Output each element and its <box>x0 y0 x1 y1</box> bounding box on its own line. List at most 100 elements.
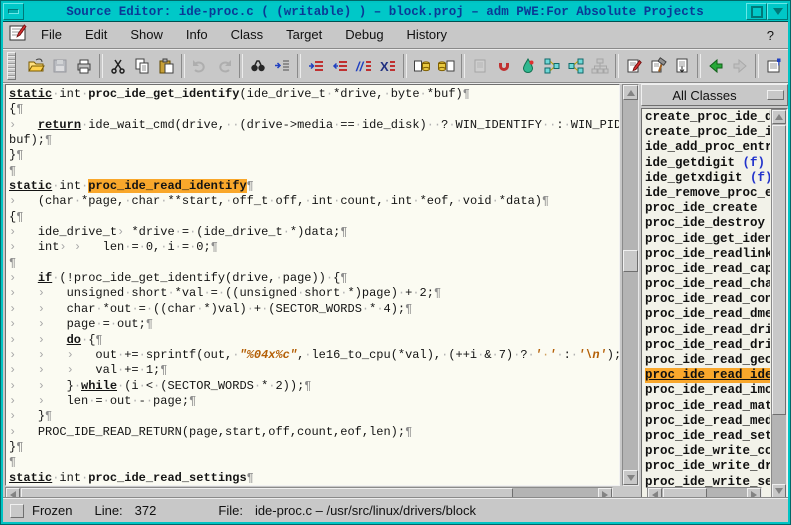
class-list-item[interactable]: proc_ide_read_identify <box>645 368 770 383</box>
class-list-item[interactable]: ide_remove_proc_entries <box>645 186 770 201</box>
editor-scroll-down-button[interactable] <box>623 470 638 485</box>
class-list-item[interactable]: proc_ide_read_dmesg <box>645 307 770 322</box>
menu-class[interactable]: Class <box>229 24 266 45</box>
class-list-item[interactable]: ide_getdigit (f) <box>645 156 770 171</box>
toolbar-grip-handle[interactable] <box>7 52 16 80</box>
magnet-button[interactable] <box>492 53 516 79</box>
indentr-icon <box>307 57 325 75</box>
class-list-item[interactable]: proc_ide_destroy <box>645 216 770 231</box>
line-label: Line: <box>94 503 122 518</box>
editor-vscroll-thumb[interactable] <box>623 250 638 272</box>
shift-left-button[interactable] <box>328 53 352 79</box>
toolbar-separator <box>403 54 407 78</box>
class-list-item[interactable]: proc_ide_get_identify <box>645 232 770 247</box>
shift-right-button[interactable] <box>304 53 328 79</box>
editor-vscrollbar[interactable] <box>622 84 639 486</box>
class-list-item[interactable]: proc_ide_write_config <box>645 444 770 459</box>
open-file-button[interactable] <box>24 53 48 79</box>
comment-button[interactable]: // <box>352 53 376 79</box>
toolbar-separator <box>461 54 465 78</box>
back-button[interactable] <box>704 53 728 79</box>
find-icon <box>249 57 267 75</box>
edit-file-button[interactable] <box>622 53 646 79</box>
class-list-item[interactable]: proc_ide_read_drivers <box>645 338 770 353</box>
find-next-button[interactable] <box>270 53 294 79</box>
class-list-item[interactable]: proc_ide_read_driver <box>645 323 770 338</box>
drop-icon <box>519 57 537 75</box>
find-button[interactable] <box>246 53 270 79</box>
class-list[interactable]: create_proc_ide_drivescreate_proc_ide_in… <box>641 108 788 500</box>
source-editor-window: Source Editor: ide-proc.c ( (writable) )… <box>0 0 791 525</box>
class-list-item[interactable]: ide_add_proc_entries <box>645 140 770 155</box>
classlist-scroll-down-button[interactable] <box>772 484 786 498</box>
undo-button <box>188 53 212 79</box>
menu-info[interactable]: Info <box>184 24 210 45</box>
editor-scroll-up-button[interactable] <box>623 85 638 100</box>
print-button[interactable] <box>72 53 96 79</box>
colorize-button[interactable] <box>516 53 540 79</box>
forward-button <box>728 53 752 79</box>
code-line: › › len·=·out·-·page;¶ <box>9 394 619 409</box>
code-line: › return·ide_wait_cmd(drive,··(drive->me… <box>9 118 619 133</box>
cut-button[interactable] <box>106 53 130 79</box>
file-path-value: ide-proc.c – /usr/src/linux/drivers/bloc… <box>255 503 476 518</box>
class-list-item[interactable]: proc_ide_read_capacity <box>645 262 770 277</box>
svg-text:X: X <box>380 59 389 74</box>
reload-file-button[interactable] <box>670 53 694 79</box>
code-area[interactable]: static·int·proc_ide_get_identify(ide_dri… <box>9 87 619 486</box>
class-list-item[interactable]: proc_ide_read_config <box>645 292 770 307</box>
all-classes-header[interactable]: All Classes <box>641 84 788 106</box>
collapse-tree-button[interactable] <box>540 53 564 79</box>
expand-tree-button[interactable] <box>564 53 588 79</box>
classlist-vscrollbar[interactable] <box>771 109 787 499</box>
comment-icon: // <box>355 57 373 75</box>
copy-button[interactable] <box>130 53 154 79</box>
class-list-item[interactable]: proc_ide_read_mate <box>645 399 770 414</box>
menu-edit[interactable]: Edit <box>83 24 109 45</box>
class-list-item[interactable]: proc_ide_read_media <box>645 414 770 429</box>
shade-button[interactable] <box>767 3 788 20</box>
classlist-vscroll-thumb[interactable] <box>772 125 786 415</box>
uncomment-button[interactable]: X <box>376 53 400 79</box>
class-list-item[interactable]: proc_ide_create <box>645 201 770 216</box>
window-menu-dash-icon <box>8 9 19 14</box>
client-area: FileEditShowInfoClassTargetDebugHistory … <box>3 21 788 522</box>
window-menu-button[interactable] <box>3 3 24 20</box>
class-list-item[interactable]: create_proc_ide_drives <box>645 110 770 125</box>
menu-history[interactable]: History <box>405 24 449 45</box>
menu-target[interactable]: Target <box>284 24 324 45</box>
toolbar: // X <box>3 49 788 83</box>
class-list-item[interactable]: proc_ide_read_settings <box>645 429 770 444</box>
class-list-item[interactable]: proc_ide_read_channel <box>645 277 770 292</box>
class-list-item[interactable]: create_proc_ide_interfaces <box>645 125 770 140</box>
class-list-item[interactable]: proc_ide_read_geometry <box>645 353 770 368</box>
build-file-button[interactable] <box>646 53 670 79</box>
classlist-scroll-up-button[interactable] <box>772 110 786 124</box>
props-icon <box>765 57 783 75</box>
maximize-button[interactable] <box>746 3 767 20</box>
treel-icon <box>543 57 561 75</box>
help-menu[interactable]: ? <box>767 28 774 43</box>
code-line: ¶ <box>9 164 619 179</box>
class-list-item[interactable]: ide_getxdigit (f) <box>645 171 770 186</box>
redo-icon <box>215 57 233 75</box>
add-to-db-button[interactable] <box>410 53 434 79</box>
treer-icon <box>567 57 585 75</box>
load-from-db-button[interactable] <box>434 53 458 79</box>
panel-collapse-icon[interactable] <box>767 90 784 100</box>
menubar: FileEditShowInfoClassTargetDebugHistory … <box>3 22 788 49</box>
menu-show[interactable]: Show <box>128 24 165 45</box>
save-file-button <box>48 53 72 79</box>
down-arrow-icon <box>627 475 635 481</box>
hierarchy-button <box>588 53 612 79</box>
class-list-item[interactable]: proc_ide_read_imodel <box>645 383 770 398</box>
code-line: static·int·proc_ide_get_identify(ide_dri… <box>9 87 619 102</box>
menu-debug[interactable]: Debug <box>343 24 385 45</box>
paste-button[interactable] <box>154 53 178 79</box>
properties-button[interactable] <box>762 53 786 79</box>
frozen-toggle[interactable] <box>10 504 24 518</box>
class-list-item[interactable]: proc_ide_readlink <box>645 247 770 262</box>
code-editor[interactable]: static·int·proc_ide_get_identify(ide_dri… <box>5 84 620 486</box>
class-list-item[interactable]: proc_ide_write_driver <box>645 459 770 474</box>
menu-file[interactable]: File <box>39 24 64 45</box>
